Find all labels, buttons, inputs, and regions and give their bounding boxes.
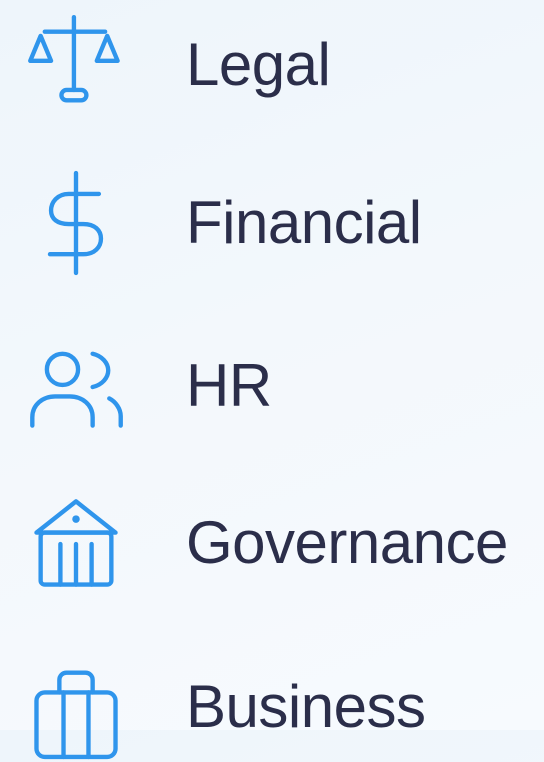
dollar-icon bbox=[22, 169, 130, 277]
briefcase-icon bbox=[22, 653, 130, 761]
menu-item-label: Legal bbox=[186, 31, 331, 98]
users-icon bbox=[22, 332, 130, 440]
bank-icon bbox=[22, 489, 130, 597]
menu-item-hr[interactable]: HR bbox=[0, 331, 544, 441]
menu-item-financial[interactable]: Financial bbox=[0, 168, 544, 278]
scale-icon bbox=[22, 11, 130, 119]
menu-item-label: Financial bbox=[186, 189, 422, 256]
menu-item-label: Governance bbox=[186, 509, 508, 576]
menu-item-legal[interactable]: Legal bbox=[0, 10, 544, 120]
menu-item-label: HR bbox=[186, 352, 272, 419]
category-menu: Legal Financial HR Governance Business bbox=[0, 0, 544, 760]
menu-item-business[interactable]: Business bbox=[0, 652, 544, 762]
menu-item-governance[interactable]: Governance bbox=[0, 488, 544, 598]
menu-item-label: Business bbox=[186, 673, 426, 740]
